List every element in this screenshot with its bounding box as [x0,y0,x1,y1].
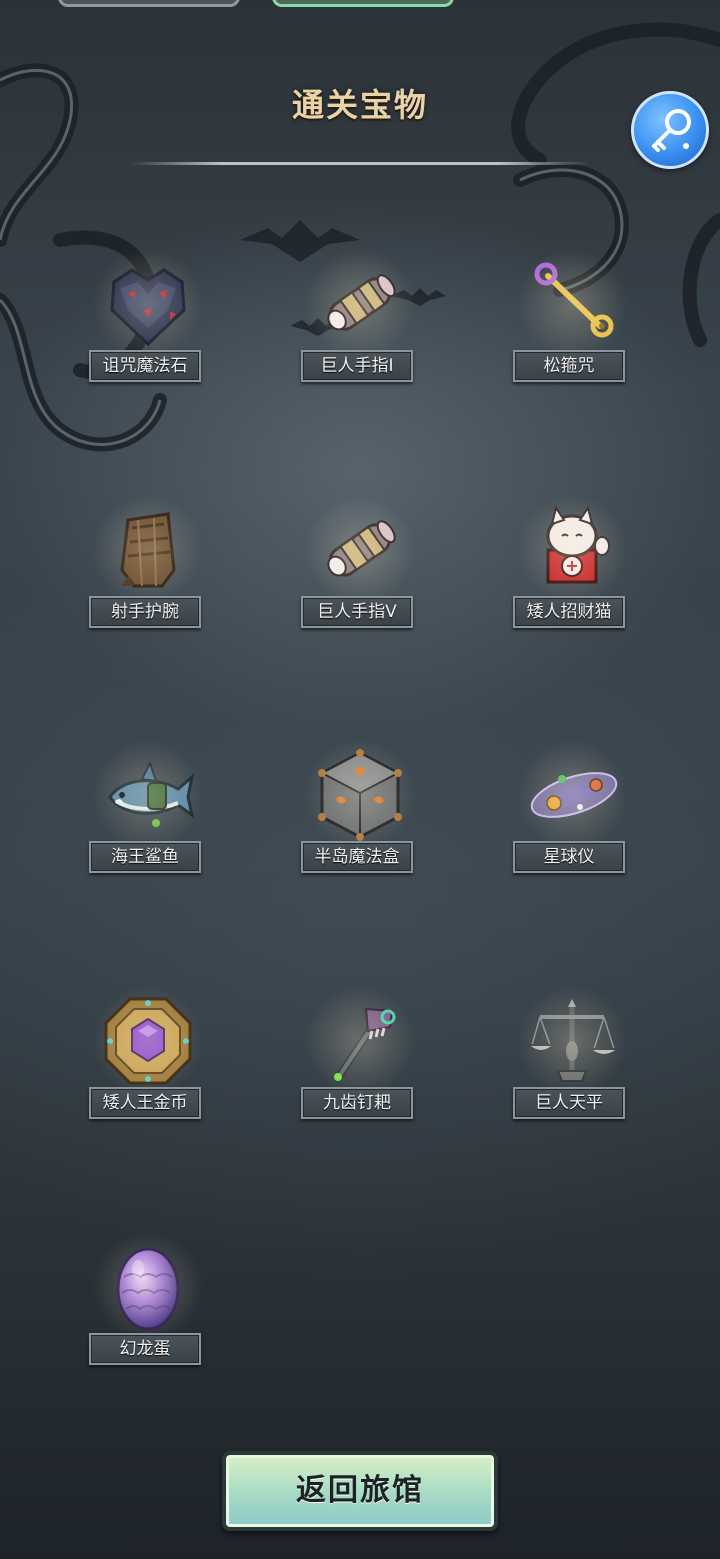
item-label: 诅咒魔法石 [89,350,201,382]
item-label: 九齿钉耙 [301,1087,413,1119]
item-lucky-cat[interactable]: 矮人招财猫 [502,490,642,650]
tab-left[interactable] [58,0,240,7]
item-giant-finger-1[interactable]: 巨人手指I [290,244,430,404]
item-label: 矮人招财猫 [513,596,625,628]
item-cursed-stone[interactable]: 诅咒魔法石 [78,244,218,404]
giant-finger-icon [300,490,420,610]
gold-coin-icon [88,981,208,1101]
item-dragon-egg[interactable]: 幻龙蛋 [78,1227,218,1387]
title-divider [130,162,590,165]
item-gold-coin[interactable]: 矮人王金币 [78,981,218,1141]
return-button-label: 返回旅馆 [296,1473,424,1508]
item-label: 半岛魔法盒 [301,841,413,873]
item-shark[interactable]: 海王鲨鱼 [78,735,218,895]
item-label: 巨人手指V [301,596,413,628]
item-label: 松箍咒 [513,350,625,382]
golden-staff-icon [512,244,632,364]
tab-right[interactable] [272,0,454,7]
item-label: 巨人天平 [513,1087,625,1119]
item-orrery[interactable]: 星球仪 [502,735,642,895]
key-icon [652,109,691,152]
item-bracer[interactable]: 射手护腕 [78,490,218,650]
magic-box-icon [300,735,420,855]
lucky-cat-icon [512,490,632,610]
item-label: 射手护腕 [89,596,201,628]
rake-icon [300,981,420,1101]
item-rake[interactable]: 九齿钉耙 [290,981,430,1141]
return-to-inn-button[interactable]: 返回旅馆 [222,1451,498,1531]
item-label: 海王鲨鱼 [89,841,201,873]
item-label: 矮人王金币 [89,1087,201,1119]
giant-finger-icon [300,244,420,364]
scales-icon [512,981,632,1101]
cursed-stone-icon [88,244,208,364]
item-label: 星球仪 [513,841,625,873]
orrery-icon [512,735,632,855]
dragon-egg-icon [88,1227,208,1347]
key-button[interactable] [631,91,709,169]
item-giant-finger-5[interactable]: 巨人手指V [290,490,430,650]
page-title: 通关宝物 [291,86,428,124]
item-scales[interactable]: 巨人天平 [502,981,642,1141]
item-label: 巨人手指I [301,350,413,382]
item-label: 幻龙蛋 [89,1333,201,1365]
item-golden-staff[interactable]: 松箍咒 [502,244,642,404]
treasure-screen: 通关宝物 诅咒魔法石 巨人手指I 松箍咒 射手护腕 巨人手指V 矮人招财猫 海王… [0,0,720,1559]
item-magic-box[interactable]: 半岛魔法盒 [290,735,430,895]
bracer-icon [88,490,208,610]
shark-icon [88,735,208,855]
